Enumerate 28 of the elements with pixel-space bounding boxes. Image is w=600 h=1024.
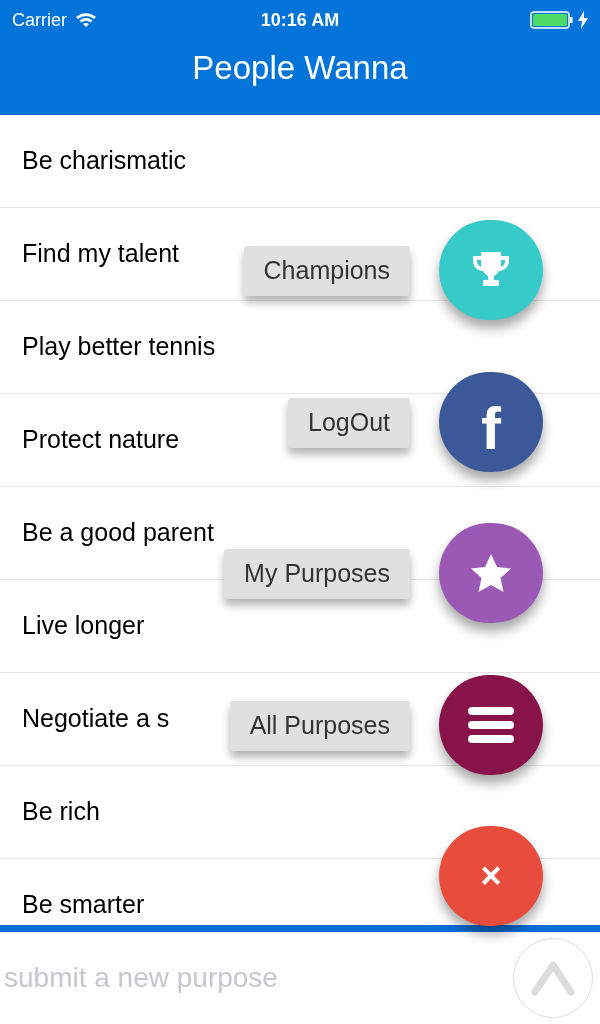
battery-icon bbox=[530, 10, 574, 30]
menu-label[interactable]: All Purposes bbox=[229, 701, 410, 751]
purpose-item[interactable]: Find my talent bbox=[22, 235, 179, 273]
purpose-item[interactable]: Be smarter bbox=[22, 886, 145, 924]
clock-time: 10:16 AM bbox=[260, 8, 340, 32]
purpose-item[interactable]: Be a good parent bbox=[22, 514, 214, 552]
app-title: People Wanna bbox=[192, 48, 408, 88]
action-button[interactable]: f bbox=[439, 372, 543, 472]
menu-label[interactable]: LogOut bbox=[288, 398, 410, 448]
carrier-label: Carrier bbox=[12, 8, 67, 32]
menu-label[interactable]: Champions bbox=[243, 246, 410, 296]
purpose-input[interactable]: submit a new purpose bbox=[0, 948, 513, 1008]
wifi-icon bbox=[75, 12, 97, 28]
charging-icon bbox=[578, 11, 588, 29]
star-icon bbox=[470, 553, 512, 593]
menu-label[interactable]: My Purposes bbox=[224, 549, 410, 599]
f-logo-icon: f bbox=[481, 399, 501, 459]
purpose-item[interactable]: Play better tennis bbox=[22, 328, 216, 366]
menu-icon bbox=[468, 707, 514, 743]
purpose-item[interactable]: Live longer bbox=[22, 607, 145, 645]
action-button[interactable] bbox=[439, 523, 543, 623]
purpose-item[interactable]: Negotiate a s bbox=[22, 700, 170, 738]
close-button[interactable]: × bbox=[439, 826, 543, 926]
chevron-up-icon bbox=[531, 960, 575, 996]
purpose-item[interactable]: Be charismatic bbox=[22, 142, 186, 180]
purpose-item[interactable]: Be rich bbox=[22, 793, 100, 831]
purpose-item[interactable]: Protect nature bbox=[22, 421, 180, 459]
action-button[interactable] bbox=[439, 675, 543, 775]
